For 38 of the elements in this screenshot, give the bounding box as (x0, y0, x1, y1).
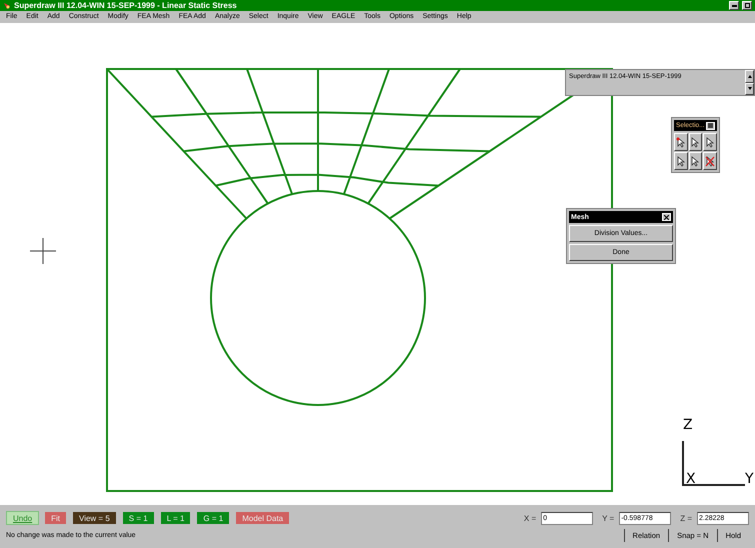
axis-label: X (686, 472, 696, 486)
pointer-icon (676, 156, 686, 166)
pointer-icon (705, 156, 716, 166)
select-tool-button[interactable] (703, 133, 717, 151)
close-button[interactable] (662, 213, 671, 221)
close-button[interactable] (706, 122, 715, 130)
select-tool-button[interactable] (703, 152, 717, 170)
select-tool-button[interactable] (674, 133, 688, 151)
select-tool-button[interactable] (674, 152, 688, 170)
coordinate-label: X = (524, 514, 536, 522)
scroll-down-button[interactable] (745, 82, 754, 95)
up-arrow-icon (748, 74, 752, 78)
pointer-icon (690, 156, 700, 166)
axis-label: Y (745, 472, 754, 486)
minimize-button[interactable] (729, 1, 739, 10)
pointer-icon (705, 136, 716, 148)
square-icon (708, 123, 713, 128)
close-icon (664, 214, 669, 220)
select-tool-button[interactable] (688, 152, 702, 170)
pointer-icon (676, 136, 686, 148)
status-button[interactable]: L = 1 (160, 511, 192, 525)
status-button[interactable]: S = 1 (122, 511, 155, 525)
down-arrow-icon (748, 87, 752, 90)
axis-label: Z (683, 418, 693, 432)
pointer-icon (690, 136, 700, 148)
status-button[interactable]: View = 5 (72, 511, 117, 525)
scroll-up-button[interactable] (745, 70, 754, 82)
coordinate-label: Z = (680, 514, 692, 522)
status-button[interactable]: G = 1 (196, 511, 230, 525)
crosshair-icon (30, 238, 56, 264)
app-icon (3, 2, 11, 10)
coordinate-label: Y = (602, 514, 614, 522)
axis-drawing (682, 441, 745, 486)
select-tool-button[interactable] (688, 133, 702, 151)
restore-button[interactable] (742, 1, 752, 10)
window-title: Superdraw III 12.04-WIN 15-SEP-1999 - Linear Static Stress (14, 1, 238, 10)
restore-icon (744, 3, 750, 8)
minimize-icon (732, 4, 736, 6)
